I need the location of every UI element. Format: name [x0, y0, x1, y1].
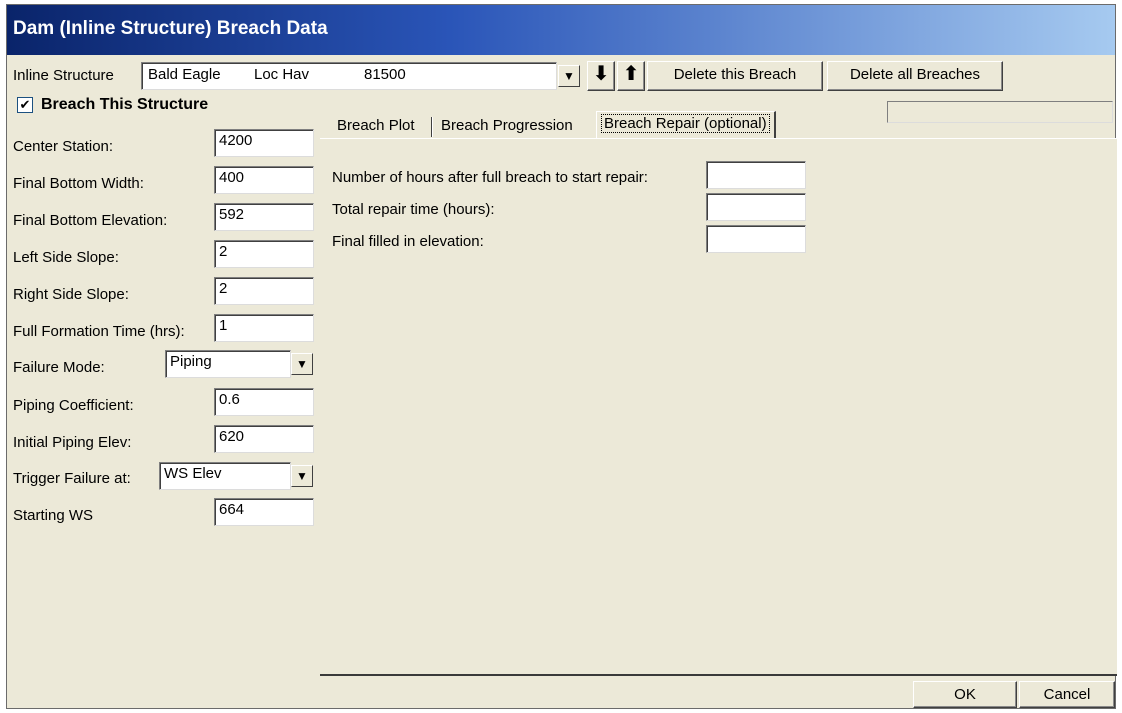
center-station-label: Center Station:: [13, 138, 114, 155]
starting-ws-input[interactable]: 664: [214, 498, 314, 526]
structure-reach: Loc Hav: [254, 66, 310, 83]
structure-station: 81500: [364, 66, 406, 83]
right-side-slope-input[interactable]: 2: [214, 277, 314, 305]
right-side-slope-label: Right Side Slope:: [13, 286, 129, 303]
failure-mode-label: Failure Mode:: [13, 359, 105, 376]
full-formation-time-input[interactable]: 1: [214, 314, 314, 342]
initial-piping-elev-input[interactable]: 620: [214, 425, 314, 453]
trigger-failure-label: Trigger Failure at:: [13, 470, 131, 487]
tab-breach-repair-label: Breach Repair (optional): [601, 114, 770, 133]
delete-all-breaches-button[interactable]: Delete all Breaches: [827, 61, 1003, 91]
final-bottom-width-input[interactable]: 400: [214, 166, 314, 194]
breach-structure-checkbox[interactable]: ✔: [17, 97, 33, 113]
final-bottom-width-label: Final Bottom Width:: [13, 175, 144, 192]
cancel-button[interactable]: Cancel: [1019, 681, 1115, 708]
inline-structure-dropdown-arrow[interactable]: ▼: [558, 65, 580, 87]
center-station-input[interactable]: 4200: [214, 129, 314, 157]
trigger-failure-select[interactable]: WS Elev: [159, 462, 291, 490]
repair-start-hours-input[interactable]: [706, 161, 806, 189]
left-side-slope-input[interactable]: 2: [214, 240, 314, 268]
window-title: Dam (Inline Structure) Breach Data: [13, 18, 328, 39]
failure-mode-select[interactable]: Piping: [165, 350, 291, 378]
full-formation-time-label: Full Formation Time (hrs):: [13, 323, 185, 340]
structure-river: Bald Eagle: [148, 66, 221, 83]
piping-coefficient-input[interactable]: 0.6: [214, 388, 314, 416]
tab-breach-plot[interactable]: Breach Plot: [337, 114, 415, 140]
final-filled-elevation-input[interactable]: [706, 225, 806, 253]
total-repair-time-label: Total repair time (hours):: [332, 201, 495, 218]
breach-structure-label: Breach This Structure: [41, 96, 209, 113]
repair-start-hours-label: Number of hours after full breach to sta…: [332, 169, 648, 186]
left-side-slope-label: Left Side Slope:: [13, 249, 119, 266]
inline-structure-label: Inline Structure: [13, 67, 114, 84]
title-bar: Dam (Inline Structure) Breach Data: [7, 5, 1115, 55]
inline-structure-select[interactable]: Bald Eagle Loc Hav 81500: [141, 62, 557, 90]
initial-piping-elev-label: Initial Piping Elev:: [13, 434, 132, 451]
starting-ws-label: Starting WS: [13, 507, 94, 524]
breach-repair-panel: Number of hours after full breach to sta…: [320, 138, 1117, 676]
total-repair-time-input[interactable]: [706, 193, 806, 221]
tab-breach-repair[interactable]: Breach Repair (optional): [596, 111, 776, 140]
final-bottom-elevation-label: Final Bottom Elevation:: [13, 212, 168, 229]
status-field: [887, 101, 1113, 123]
piping-coefficient-label: Piping Coefficient:: [13, 397, 134, 414]
delete-breach-button[interactable]: Delete this Breach: [647, 61, 823, 91]
ok-button[interactable]: OK: [913, 681, 1017, 708]
trigger-failure-dropdown-arrow[interactable]: ▼: [291, 465, 313, 487]
up-arrow-button[interactable]: ⬆: [617, 61, 645, 91]
tab-separator: [431, 117, 432, 137]
failure-mode-dropdown-arrow[interactable]: ▼: [291, 353, 313, 375]
final-bottom-elevation-input[interactable]: 592: [214, 203, 314, 231]
tab-breach-progression[interactable]: Breach Progression: [441, 114, 573, 140]
final-filled-elevation-label: Final filled in elevation:: [332, 233, 484, 250]
down-arrow-button[interactable]: ⬇: [587, 61, 615, 91]
dialog-window: Dam (Inline Structure) Breach Data Inlin…: [6, 4, 1117, 709]
